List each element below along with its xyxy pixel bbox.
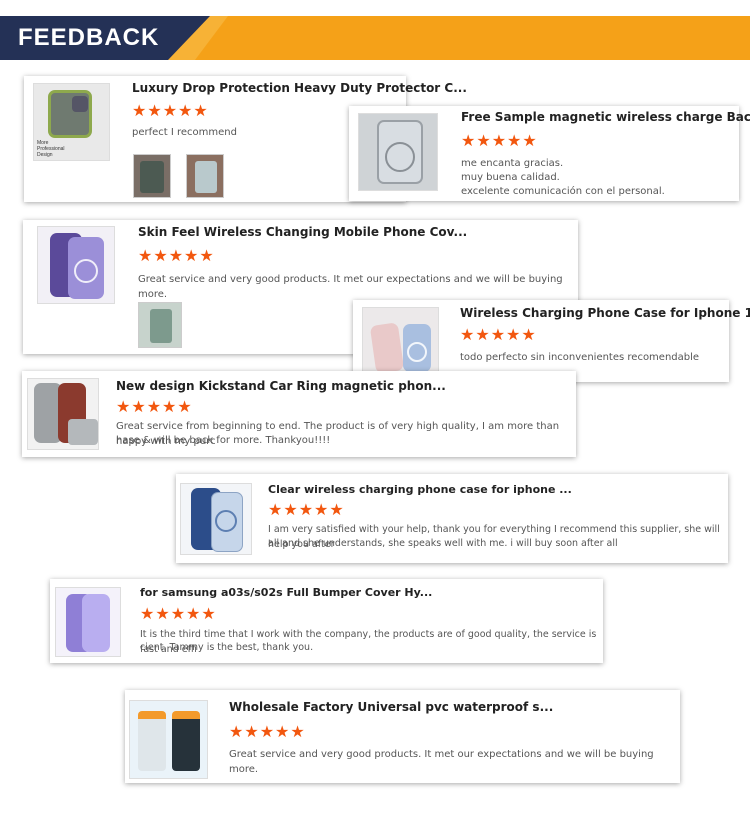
- review-text-line-2: muy buena calidad.: [461, 172, 560, 183]
- review-text: perfect I recommend: [132, 127, 237, 138]
- product-title[interactable]: Wholesale Factory Universal pvc waterpro…: [229, 700, 553, 714]
- product-title[interactable]: Wireless Charging Phone Case for Iphone …: [460, 306, 750, 320]
- camera-graphic: [72, 96, 88, 112]
- phone-case-graphic: [369, 322, 405, 374]
- product-image[interactable]: [362, 307, 439, 379]
- star-rating: ★★★★★: [138, 248, 215, 265]
- product-image[interactable]: [55, 587, 121, 657]
- phone-case-graphic: [150, 309, 172, 343]
- product-title[interactable]: New design Kickstand Car Ring magnetic p…: [116, 379, 446, 393]
- review-card-5[interactable]: New design Kickstand Car Ring magnetic p…: [22, 371, 576, 457]
- review-text-line-1: me encanta gracias.: [461, 158, 564, 169]
- waterproof-bag-graphic: [172, 711, 200, 771]
- star-rating: ★★★★★: [116, 399, 193, 416]
- product-image[interactable]: [129, 700, 208, 779]
- review-photo-1[interactable]: [133, 154, 171, 198]
- product-title[interactable]: for samsung a03s/s02s Full Bumper Cover …: [140, 586, 432, 599]
- product-image[interactable]: [27, 378, 99, 450]
- star-rating: ★★★★★: [132, 103, 209, 120]
- review-photo-2[interactable]: [186, 154, 224, 198]
- star-rating: ★★★★★: [268, 502, 345, 519]
- magsafe-ring-graphic: [407, 342, 427, 362]
- phone-case-graphic: [140, 161, 164, 193]
- review-photo-1[interactable]: [138, 302, 182, 348]
- product-image[interactable]: [180, 483, 252, 555]
- review-card-4[interactable]: Wireless Charging Phone Case for Iphone …: [353, 300, 750, 382]
- review-text: todo perfecto sin inconvenientes recomen…: [460, 352, 700, 363]
- review-card-7[interactable]: for samsung a03s/s02s Full Bumper Cover …: [50, 579, 603, 663]
- review-text-line-2: all and she understands, she speaks well…: [268, 538, 618, 549]
- thumb-caption: More Professional Design: [37, 140, 65, 158]
- product-title[interactable]: Luxury Drop Protection Heavy Duty Protec…: [132, 81, 467, 95]
- magsafe-ring-graphic: [74, 259, 98, 283]
- banner-title: FEEDBACK: [18, 24, 160, 51]
- waterproof-bag-graphic: [138, 711, 166, 771]
- star-rating: ★★★★★: [461, 133, 538, 150]
- product-title[interactable]: Clear wireless charging phone case for i…: [268, 483, 572, 496]
- product-image[interactable]: More Professional Design: [33, 83, 110, 161]
- review-text-line-2: cient. Tammy is the best, thank you.: [140, 642, 314, 653]
- review-card-2[interactable]: Free Sample magnetic wireless charge Bac…: [349, 106, 750, 201]
- magsafe-ring-graphic: [215, 510, 237, 532]
- review-text-line-3: excelente comunicación con el personal.: [461, 186, 665, 197]
- product-title[interactable]: Skin Feel Wireless Changing Mobile Phone…: [138, 225, 467, 239]
- product-title[interactable]: Free Sample magnetic wireless charge Bac…: [461, 110, 750, 124]
- kickstand-graphic: [68, 419, 98, 445]
- review-card-6[interactable]: Clear wireless charging phone case for i…: [176, 474, 728, 563]
- magsafe-ring-graphic: [385, 142, 415, 172]
- phone-case-graphic: [195, 161, 217, 193]
- review-card-8[interactable]: Wholesale Factory Universal pvc waterpro…: [125, 690, 680, 783]
- star-rating: ★★★★★: [229, 724, 306, 741]
- review-text: Great service and very good products. It…: [229, 749, 654, 775]
- review-text-line-2: hase & will be back for more. Thankyou!!…: [116, 435, 331, 446]
- phone-case-graphic: [82, 594, 110, 652]
- feedback-banner: FEEDBACK: [0, 16, 750, 60]
- product-image[interactable]: [358, 113, 438, 191]
- star-rating: ★★★★★: [140, 606, 217, 623]
- review-text: Great service and very good products. It…: [138, 274, 563, 300]
- product-image[interactable]: [37, 226, 115, 304]
- star-rating: ★★★★★: [460, 327, 537, 344]
